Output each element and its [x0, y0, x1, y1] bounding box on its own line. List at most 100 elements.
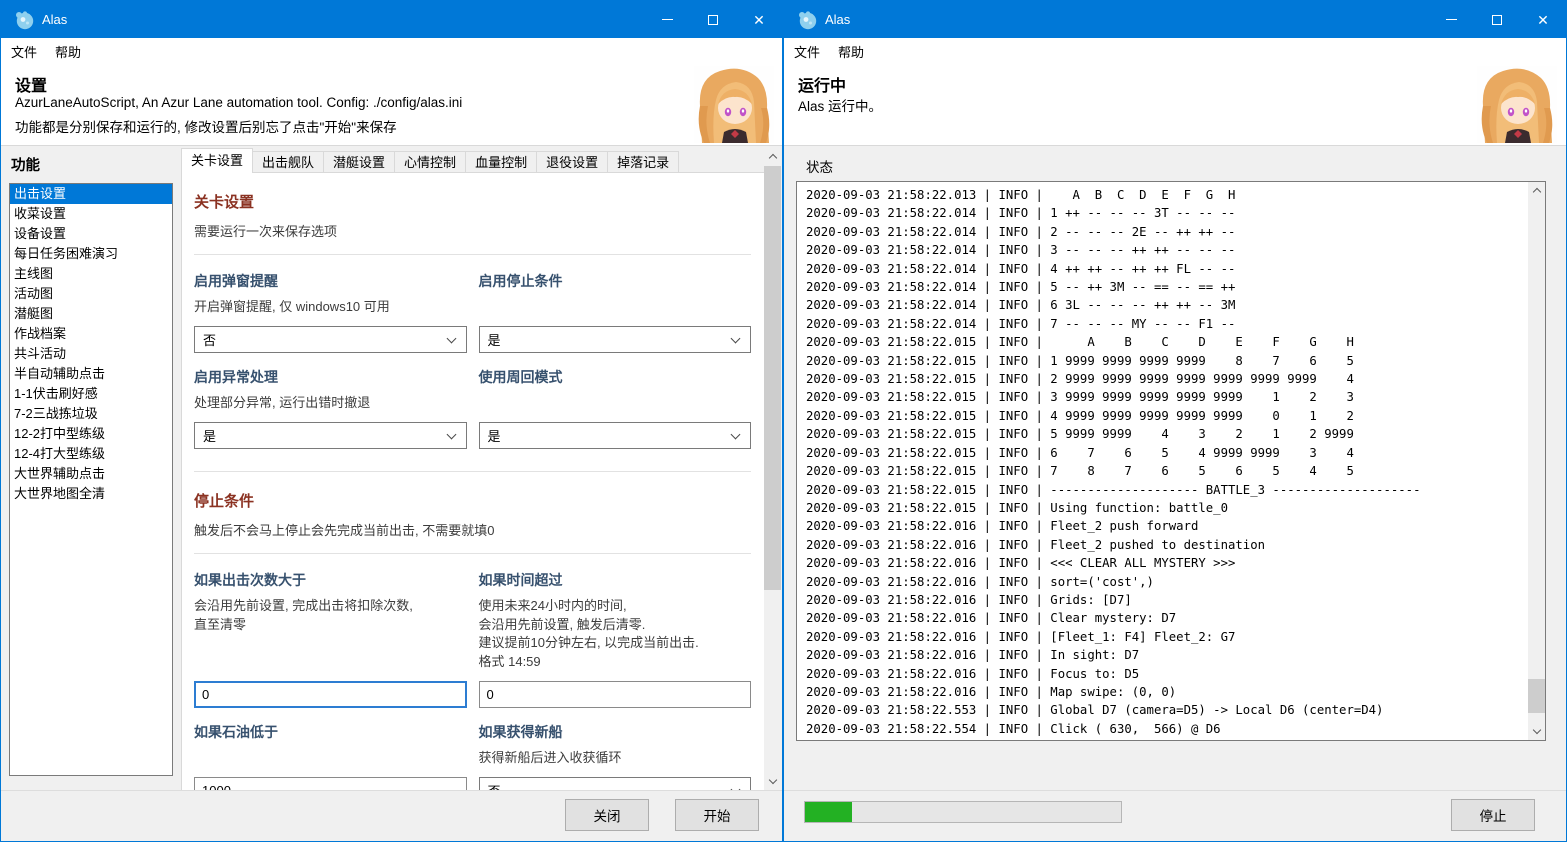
log-scrollbar[interactable]: [1528, 182, 1545, 740]
menu-file[interactable]: 文件: [1, 38, 46, 64]
menu-help[interactable]: 帮助: [829, 38, 873, 64]
runner-footer: 停止: [784, 790, 1566, 841]
count-gt-input[interactable]: [194, 681, 467, 708]
form-grid-1: 启用弹窗提醒 开启弹窗提醒, 仅 windows10 可用 否 启用停止条件 是: [194, 257, 751, 449]
sidebar-item[interactable]: 潜艇图: [10, 304, 172, 324]
log-line: 2020-09-03 21:58:22.553 | INFO | Global …: [806, 701, 1528, 719]
log-line: 2020-09-03 21:58:22.014 | INFO | 7 -- --…: [806, 315, 1528, 333]
settings-body: 功能 出击设置收菜设置设备设置每日任务困难演习主线图活动图潜艇图作战档案共斗活动…: [1, 146, 782, 790]
scroll-up-icon[interactable]: [764, 148, 781, 165]
log-line: 2020-09-03 21:58:22.015 | INFO | Using f…: [806, 499, 1528, 517]
new-ship-select[interactable]: 否: [479, 777, 752, 790]
select-value: 是: [488, 426, 501, 445]
minimize-icon: [662, 19, 673, 20]
time-over-input[interactable]: [479, 681, 752, 708]
scroll-down-icon[interactable]: [1528, 723, 1545, 740]
chevron-down-icon: [731, 333, 741, 343]
sidebar-item[interactable]: 出击设置: [10, 184, 172, 204]
loop-mode-select[interactable]: 是: [479, 422, 752, 449]
titlebar[interactable]: Alas ✕: [784, 1, 1566, 38]
sidebar-item[interactable]: 大世界地图全清: [10, 484, 172, 504]
field-popup: 启用弹窗提醒 开启弹窗提醒, 仅 windows10 可用 否: [194, 257, 467, 353]
scroll-down-icon[interactable]: [764, 773, 781, 790]
sidebar-item[interactable]: 每日任务困难演习: [10, 244, 172, 264]
scroll-thumb[interactable]: [764, 166, 781, 590]
settings-tab[interactable]: 掉落记录: [607, 151, 679, 173]
maximize-icon: [708, 15, 718, 25]
minimize-button[interactable]: [1428, 1, 1474, 38]
sidebar-item[interactable]: 12-4打大型练级: [10, 444, 172, 464]
settings-window: Alas ✕ 文件 帮助 设置 AzurLaneAutoScript, An A…: [0, 0, 783, 842]
maximize-button[interactable]: [1474, 1, 1520, 38]
sidebar-item[interactable]: 半自动辅助点击: [10, 364, 172, 384]
close-icon: ✕: [753, 13, 765, 27]
form-grid-2: 如果出击次数大于 会沿用先前设置, 完成出击将扣除次数, 直至清零 如果时间超过…: [194, 556, 751, 790]
sidebar-item[interactable]: 12-2打中型练级: [10, 424, 172, 444]
log-line: 2020-09-03 21:58:22.014 | INFO | 5 -- ++…: [806, 278, 1528, 296]
sidebar-item[interactable]: 7-2三战拣垃圾: [10, 404, 172, 424]
close-button[interactable]: ✕: [736, 1, 782, 38]
chevron-down-icon: [446, 429, 456, 439]
minimize-button[interactable]: [644, 1, 690, 38]
menubar: 文件 帮助: [784, 38, 1566, 64]
chevron-down-icon: [731, 429, 741, 439]
field-label: 如果时间超过: [479, 570, 752, 590]
divider: [194, 254, 751, 255]
log-box[interactable]: 2020-09-03 21:58:22.013 | INFO | A B C D…: [796, 181, 1546, 741]
page-title: 运行中: [798, 72, 846, 96]
header: 设置 AzurLaneAutoScript, An Azur Lane auto…: [1, 64, 782, 146]
select-value: 是: [203, 426, 216, 445]
log-line: 2020-09-03 21:58:22.015 | INFO | 1 9999 …: [806, 352, 1528, 370]
window-title: Alas: [42, 12, 67, 27]
oil-below-input[interactable]: [194, 777, 467, 790]
field-oil-below: 如果石油低于: [194, 708, 467, 790]
settings-tab[interactable]: 潜艇设置: [323, 151, 395, 173]
settings-tab[interactable]: 心情控制: [394, 151, 466, 173]
field-new-ship: 如果获得新船 获得新船后进入收获循环 否: [479, 708, 752, 790]
sidebar-item[interactable]: 作战档案: [10, 324, 172, 344]
titlebar[interactable]: Alas ✕: [1, 1, 782, 38]
field-label: 启用异常处理: [194, 367, 467, 387]
runner-body: 状态 2020-09-03 21:58:22.013 | INFO | A B …: [784, 146, 1566, 790]
sidebar-item[interactable]: 共斗活动: [10, 344, 172, 364]
status-label: 状态: [806, 156, 833, 176]
sidebar-item[interactable]: 活动图: [10, 284, 172, 304]
sidebar-item[interactable]: 1-1伏击刷好感: [10, 384, 172, 404]
sidebar-item[interactable]: 主线图: [10, 264, 172, 284]
menu-help[interactable]: 帮助: [46, 38, 90, 64]
field-loop-mode: 使用周回模式 是: [479, 353, 752, 449]
stop-section-title: 停止条件: [194, 490, 751, 511]
settings-scrollbar[interactable]: [764, 148, 781, 790]
log-content: 2020-09-03 21:58:22.013 | INFO | A B C D…: [797, 186, 1528, 740]
stop-condition-select[interactable]: 是: [479, 326, 752, 353]
exception-select[interactable]: 是: [194, 422, 467, 449]
alas-app-icon: [14, 10, 34, 30]
sidebar-item[interactable]: 设备设置: [10, 224, 172, 244]
scroll-up-icon[interactable]: [1528, 182, 1545, 199]
sidebar-label: 功能: [11, 154, 40, 175]
field-desc: 开启弹窗提醒, 仅 windows10 可用: [194, 298, 467, 317]
header: 运行中 Alas 运行中。: [784, 64, 1566, 146]
log-line: 2020-09-03 21:58:22.016 | INFO | In sigh…: [806, 646, 1528, 664]
sidebar-item[interactable]: 收菜设置: [10, 204, 172, 224]
popup-select[interactable]: 否: [194, 326, 467, 353]
close-settings-button[interactable]: 关闭: [565, 799, 649, 831]
log-line: 2020-09-03 21:58:22.016 | INFO | <<< CLE…: [806, 554, 1528, 572]
field-label: 启用弹窗提醒: [194, 271, 467, 291]
close-button[interactable]: ✕: [1520, 1, 1566, 38]
scroll-thumb[interactable]: [1528, 679, 1545, 713]
sidebar-item[interactable]: 大世界辅助点击: [10, 464, 172, 484]
log-line: 2020-09-03 21:58:22.015 | INFO | 5 9999 …: [806, 425, 1528, 443]
menubar: 文件 帮助: [1, 38, 782, 64]
stop-section-desc: 触发后不会马上停止会先完成当前出击, 不需要就填0: [194, 520, 751, 539]
settings-tab[interactable]: 血量控制: [465, 151, 537, 173]
stop-button[interactable]: 停止: [1451, 799, 1535, 831]
maximize-button[interactable]: [690, 1, 736, 38]
settings-tab[interactable]: 出击舰队: [252, 151, 324, 173]
settings-tab[interactable]: 关卡设置: [181, 148, 253, 173]
menu-file[interactable]: 文件: [784, 38, 829, 64]
avatar: [1477, 66, 1557, 143]
section-desc: 需要运行一次来保存选项: [194, 221, 751, 240]
settings-tab[interactable]: 退役设置: [536, 151, 608, 173]
start-button[interactable]: 开始: [675, 799, 759, 831]
